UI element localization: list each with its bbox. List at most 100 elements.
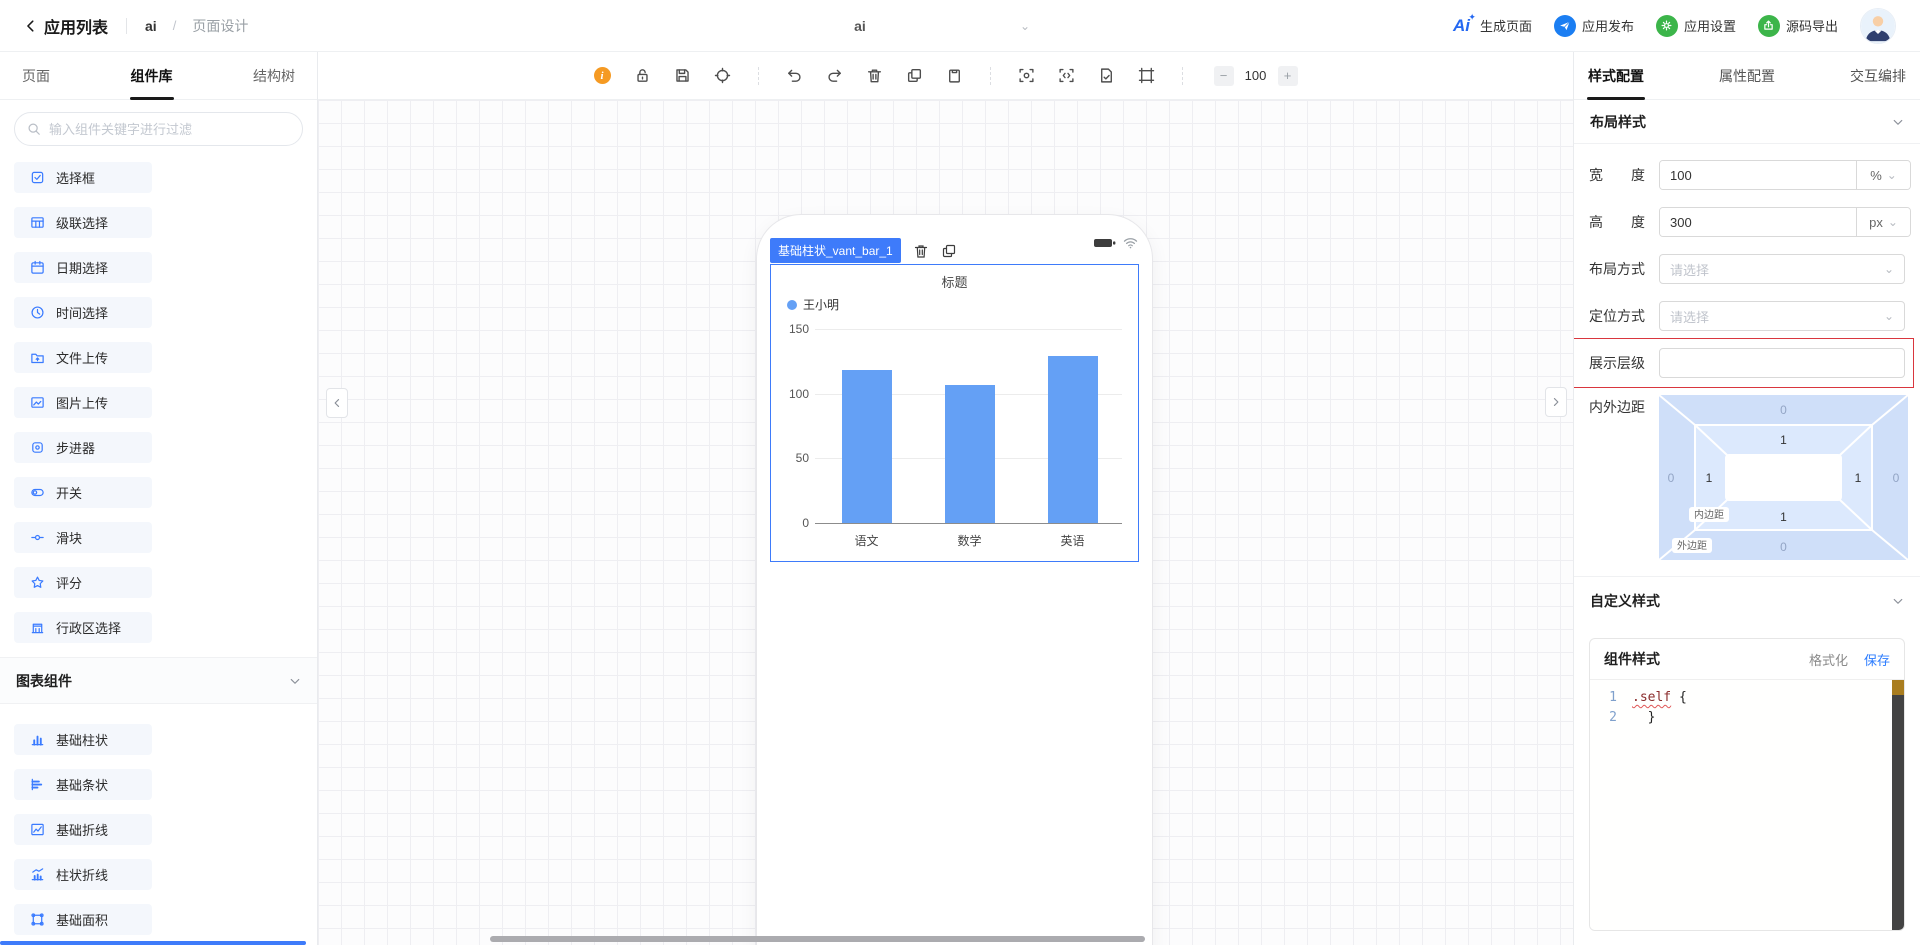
layout-mode-select[interactable]: 请选择 ⌄ [1659, 254, 1905, 284]
component-item-checkbox[interactable]: 选择框 [14, 162, 152, 193]
left-panel-scrollbar[interactable] [0, 941, 306, 945]
frame-select-icon[interactable] [1138, 67, 1155, 84]
file-upload-icon [30, 350, 45, 365]
zoom-level-value: 100 [1242, 68, 1270, 83]
page-selector-value: ai [700, 18, 1020, 34]
collapse-left-panel-button[interactable] [326, 388, 348, 418]
chevron-down-icon [1892, 595, 1904, 607]
component-item-clock[interactable]: 时间选择 [14, 297, 152, 328]
phone-preview-frame: 基础柱状_vant_bar_1 标题王小明150100500语文数学英语 [757, 215, 1152, 945]
save-icon[interactable] [674, 67, 691, 84]
tab-interaction-config[interactable]: 交互编排 [1850, 52, 1906, 100]
copy-component-icon[interactable] [941, 243, 957, 259]
component-style-card: 组件样式 格式化 保存 12 .self { } [1589, 638, 1905, 931]
toolbar-divider [758, 67, 759, 85]
component-search-box[interactable] [14, 112, 303, 146]
position-mode-select[interactable]: 请选择 ⌄ [1659, 301, 1905, 331]
save-button[interactable]: 保存 [1864, 650, 1890, 669]
canvas-horizontal-scrollbar[interactable] [490, 936, 1145, 942]
delete-component-icon[interactable] [913, 243, 929, 259]
redo-icon[interactable] [826, 67, 843, 84]
delete-icon[interactable] [866, 67, 883, 84]
grid-line [815, 329, 1122, 330]
back-label: 应用列表 [44, 14, 108, 38]
format-button[interactable]: 格式化 [1809, 650, 1848, 669]
zoom-in-button[interactable]: + [1278, 66, 1298, 86]
preview-icon[interactable] [1018, 67, 1035, 84]
y-axis-tick-label: 0 [775, 516, 809, 530]
collapse-right-panel-button[interactable] [1545, 387, 1567, 417]
component-item-district[interactable]: 行政区选择 [14, 612, 152, 643]
component-search-input[interactable] [49, 122, 290, 137]
back-chevron-icon [24, 19, 38, 33]
component-item-label: 评分 [56, 573, 82, 592]
width-field-row: 宽度 %⌄ [1589, 160, 1905, 190]
layout-mode-label: 布局方式 [1589, 259, 1645, 279]
component-item-cascade[interactable]: 级联选择 [14, 207, 152, 238]
breadcrumb-app[interactable]: ai [145, 18, 157, 34]
user-avatar[interactable] [1860, 8, 1896, 44]
component-item-slider[interactable]: 滑块 [14, 522, 152, 553]
unlock-icon[interactable] [634, 67, 651, 84]
component-item-mixed-chart[interactable]: 柱状折线 [14, 859, 152, 890]
chevron-down-icon: ⌄ [1884, 262, 1894, 276]
component-item-rating[interactable]: 评分 [14, 567, 152, 598]
height-input[interactable] [1660, 208, 1856, 236]
canvas-grid-area[interactable]: 基础柱状_vant_bar_1 标题王小明150100500语文数学英语 [318, 100, 1573, 945]
css-code-editor[interactable]: 12 .self { } [1590, 679, 1904, 931]
component-item-image-upload[interactable]: 图片上传 [14, 387, 152, 418]
page-selector-dropdown[interactable]: ai ⌄ [700, 0, 1030, 52]
stepper-icon [30, 440, 45, 455]
height-label: 高度 [1589, 212, 1645, 232]
undo-icon[interactable] [786, 67, 803, 84]
chevron-down-icon: ⌄ [1887, 168, 1897, 182]
svg-text:0: 0 [1668, 471, 1675, 485]
width-unit-select[interactable]: %⌄ [1856, 161, 1910, 189]
z-index-input[interactable] [1659, 348, 1905, 378]
tab-pages[interactable]: 页面 [22, 52, 50, 100]
component-item-switch[interactable]: 开关 [14, 477, 152, 508]
tab-component-library[interactable]: 组件库 [131, 52, 173, 100]
box-model-diagram[interactable]: 0 0 0 0 1 1 1 1 内边距 外边距 [1659, 395, 1908, 560]
component-item-label: 基础柱状 [56, 730, 108, 749]
gear-icon [1656, 15, 1678, 37]
chart-components-section-header[interactable]: 图表组件 [0, 657, 317, 704]
component-item-bar-chart[interactable]: 基础柱状 [14, 724, 152, 755]
tab-props-config[interactable]: 属性配置 [1719, 52, 1775, 100]
paste-icon[interactable] [946, 67, 963, 84]
doc-check-icon[interactable] [1098, 67, 1115, 84]
component-item-area-chart[interactable]: 基础面积 [14, 904, 152, 935]
component-name-badge: 基础柱状_vant_bar_1 [770, 238, 901, 263]
tab-style-config[interactable]: 样式配置 [1588, 52, 1644, 100]
width-input[interactable] [1660, 161, 1856, 189]
component-item-stepper[interactable]: 步进器 [14, 432, 152, 463]
height-unit-select[interactable]: px⌄ [1856, 208, 1910, 236]
mixed-chart-icon [30, 867, 45, 882]
app-publish-button[interactable]: 应用发布 [1554, 15, 1634, 37]
tab-structure-tree[interactable]: 结构树 [253, 52, 295, 100]
source-export-button[interactable]: 源码导出 [1758, 15, 1838, 37]
battery-icon [1093, 237, 1117, 249]
code-view-icon[interactable] [1058, 67, 1075, 84]
chevron-left-icon [332, 398, 342, 408]
component-item-calendar[interactable]: 日期选择 [14, 252, 152, 283]
selected-component-bar-chart[interactable]: 基础柱状_vant_bar_1 标题王小明150100500语文数学英语 [770, 264, 1139, 562]
back-button[interactable]: 应用列表 [24, 14, 108, 38]
editor-minimap[interactable] [1892, 680, 1904, 931]
component-item-line-chart[interactable]: 基础折线 [14, 814, 152, 845]
info-icon[interactable]: i [594, 67, 611, 84]
app-settings-button[interactable]: 应用设置 [1656, 15, 1736, 37]
custom-style-section-header[interactable]: 自定义样式 [1574, 576, 1920, 624]
crosshair-icon[interactable] [714, 67, 731, 84]
component-item-hbar-chart[interactable]: 基础条状 [14, 769, 152, 800]
component-item-file-upload[interactable]: 文件上传 [14, 342, 152, 373]
wifi-icon [1123, 237, 1138, 249]
generate-page-button[interactable]: Ai✦ 生成页面 [1453, 16, 1532, 36]
zoom-out-button[interactable]: − [1214, 66, 1234, 86]
code-content[interactable]: .self { } [1626, 680, 1687, 931]
config-panel: 样式配置 属性配置 交互编排 布局样式 宽度 %⌄ 高度 [1573, 52, 1920, 945]
layout-style-section-header[interactable]: 布局样式 [1574, 100, 1920, 144]
copy-icon[interactable] [906, 67, 923, 84]
breadcrumb-page: 页面设计 [192, 16, 248, 36]
chevron-down-icon: ⌄ [1020, 19, 1030, 33]
